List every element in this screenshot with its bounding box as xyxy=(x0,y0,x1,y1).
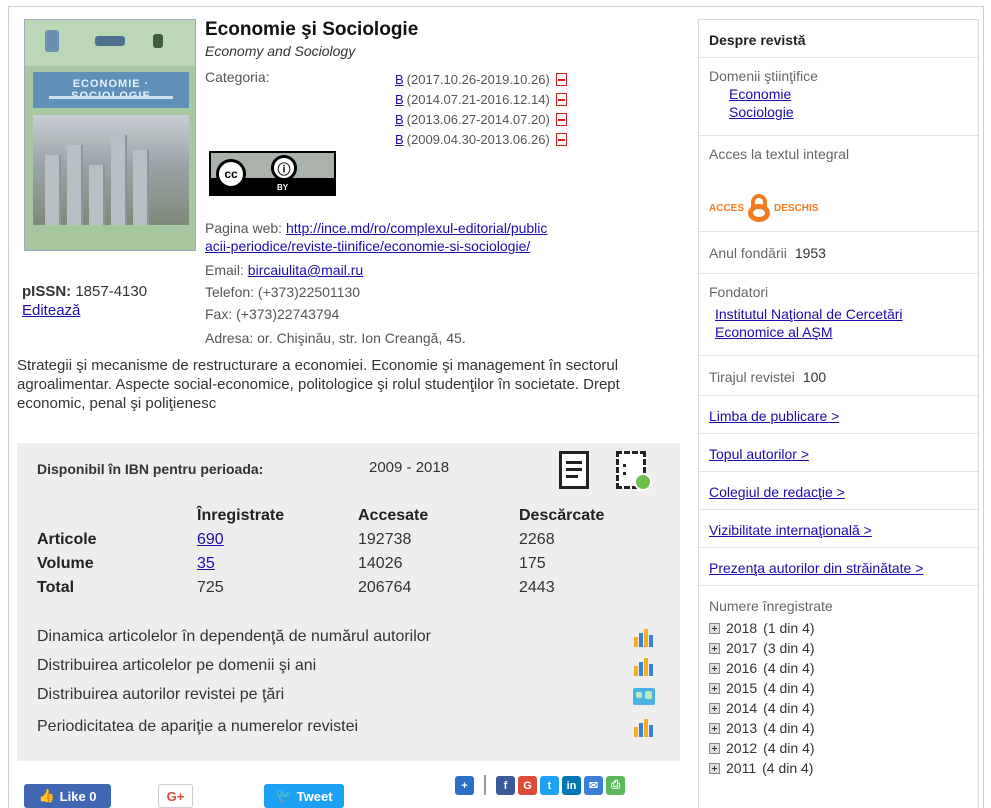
circulation-section: Tirajul revistei 100 xyxy=(699,356,978,396)
sidebar: Despre revistă Domenii ştiinţifice Econo… xyxy=(698,19,979,808)
issue-year-2017[interactable]: 2017 (3 din 4) xyxy=(709,640,815,656)
category-link[interactable]: B xyxy=(395,132,404,147)
email-link[interactable]: bircaiulita@mail.ru xyxy=(248,262,363,278)
availability-period: 2009 - 2018 xyxy=(369,459,450,476)
lock-icon xyxy=(748,194,771,222)
pdf-icon[interactable] xyxy=(555,132,567,146)
expand-icon xyxy=(709,622,720,634)
person-icon: ⓘ xyxy=(271,155,297,181)
analysis-authors-dynamics: Dinamica articolelor în dependenţă de nu… xyxy=(37,628,431,645)
journal-title: Economie şi Sociologie xyxy=(205,19,419,40)
issue-year-2014[interactable]: 2014 (4 din 4) xyxy=(709,700,815,716)
cc-icon: cc xyxy=(216,159,246,189)
pdf-icon[interactable] xyxy=(555,72,567,86)
email: Email: bircaiulita@mail.ru xyxy=(205,262,364,278)
issue-year-2011[interactable]: 2011 (4 din 4) xyxy=(709,760,813,776)
world-map-icon[interactable] xyxy=(633,688,655,705)
editorial-board-link[interactable]: Colegiul de redacţie > xyxy=(709,484,845,500)
category-label: Categoria: xyxy=(205,69,270,85)
analysis-domains-years: Distribuirea articolelor pe domenii şi a… xyxy=(37,657,317,674)
issue-year-2015[interactable]: 2015 (4 din 4) xyxy=(709,680,815,696)
category-row: B (2017.10.26-2019.10.26) xyxy=(395,69,567,89)
expand-icon xyxy=(709,742,720,754)
expand-icon xyxy=(709,722,720,734)
pdf-icon[interactable] xyxy=(555,112,567,126)
address: Adresa: or. Chişinău, str. Ion Creangă, … xyxy=(205,330,466,346)
category-link[interactable]: B xyxy=(395,112,404,127)
twitter-bird-icon: 🐦 xyxy=(275,788,292,803)
pissn: pISSN: 1857-4130 xyxy=(22,283,148,300)
top-authors-link[interactable]: Topul autorilor > xyxy=(709,446,809,462)
linkedin-icon[interactable]: in xyxy=(562,776,581,795)
analysis-authors-countries: Distribuirea autorilor revistei pe ţări xyxy=(37,686,285,703)
category-row: B (2014.07.21-2016.12.14) xyxy=(395,89,567,109)
category-row: B (2013.06.27-2014.07.20) xyxy=(395,109,567,129)
availability-label: Disponibil în IBN pentru perioada: xyxy=(37,461,264,477)
web-link-continued[interactable]: acii-periodice/reviste-tiinifice/economi… xyxy=(205,238,530,254)
facebook-like-button[interactable]: 👍 Like 0 xyxy=(24,784,111,808)
founder-link[interactable]: Institutul Naţional de Cercetări xyxy=(715,306,903,322)
expand-icon xyxy=(709,682,720,694)
field-link-sociologie[interactable]: Sociologie xyxy=(729,104,794,120)
expand-icon xyxy=(709,762,720,774)
divider xyxy=(484,775,486,795)
plus-icon[interactable]: + xyxy=(455,776,474,795)
web-link[interactable]: http://ince.md/ro/complexul-editorial/pu… xyxy=(286,220,547,236)
issues-heading: Numere înregistrate xyxy=(709,598,833,614)
volumes-count-link[interactable]: 35 xyxy=(197,555,215,573)
google-plus-icon[interactable]: G xyxy=(518,776,537,795)
expand-icon xyxy=(709,662,720,674)
category-link[interactable]: B xyxy=(395,92,404,107)
document-edit-icon[interactable] xyxy=(559,451,589,489)
bar-chart-icon[interactable] xyxy=(634,629,653,647)
edit-link[interactable]: Editează xyxy=(22,302,80,319)
international-visibility-link[interactable]: Vizibilitate internaţională > xyxy=(709,522,872,538)
email-icon[interactable]: ✉ xyxy=(584,776,603,795)
issue-year-2018[interactable]: 2018 (1 din 4) xyxy=(709,620,815,636)
foreign-authors-link[interactable]: Prezenţa autorilor din străinătate > xyxy=(709,560,923,576)
fax: Fax: (+373)22743794 xyxy=(205,306,340,322)
web-page-line2: acii-periodice/reviste-tiinifice/economi… xyxy=(205,238,530,254)
about-section: Despre revistă xyxy=(699,20,978,58)
fields-section: Domenii ştiinţifice Economie Sociologie xyxy=(699,58,978,136)
journal-description: Strategii şi mecanisme de restructurare … xyxy=(17,357,620,412)
founded-section: Anul fondării 1953 xyxy=(699,232,978,274)
field-link-economie[interactable]: Economie xyxy=(729,86,791,102)
category-list: B (2017.10.26-2019.10.26) B (2014.07.21-… xyxy=(395,69,567,149)
web-page: Pagina web: http://ince.md/ro/complexul-… xyxy=(205,220,548,236)
issue-year-2012[interactable]: 2012 (4 din 4) xyxy=(709,740,815,756)
category-row: B (2009.04.30-2013.06.26) xyxy=(395,129,567,149)
articles-count-link[interactable]: 690 xyxy=(197,531,224,549)
facebook-icon[interactable]: f xyxy=(496,776,515,795)
thumbs-up-icon: 👍 xyxy=(38,788,55,803)
issue-year-2013[interactable]: 2013 (4 din 4) xyxy=(709,720,815,736)
print-icon[interactable]: ⎙ xyxy=(606,776,625,795)
twitter-icon[interactable]: t xyxy=(540,776,559,795)
journal-cover-image: ECONOMIE · SOCIOLOGIE xyxy=(24,19,196,251)
phone: Telefon: (+373)22501130 xyxy=(205,284,361,300)
tweet-button[interactable]: 🐦 Tweet xyxy=(264,784,344,808)
statistics-panel: Disponibil în IBN pentru perioada: 2009 … xyxy=(17,443,680,761)
pdf-icon[interactable] xyxy=(555,92,567,106)
bar-chart-icon[interactable] xyxy=(634,719,653,737)
issue-year-2016[interactable]: 2016 (4 din 4) xyxy=(709,660,815,676)
bar-chart-icon[interactable] xyxy=(634,658,653,676)
about-heading: Despre revistă xyxy=(709,32,806,48)
check-badge-icon xyxy=(634,473,652,491)
analysis-periodicity: Periodicitatea de apariţie a numerelor r… xyxy=(37,718,359,735)
founders-section: Fondatori Institutul Naţional de Cercetă… xyxy=(699,274,978,356)
google-plus-button[interactable]: G+ xyxy=(158,784,193,808)
journal-subtitle: Economy and Sociology xyxy=(205,43,356,59)
expand-icon xyxy=(709,702,720,714)
category-link[interactable]: B xyxy=(395,72,404,87)
open-access-logo: ACCES DESCHIS xyxy=(709,193,818,223)
founder-link-line2[interactable]: Economice al AŞM xyxy=(715,324,833,340)
expand-icon xyxy=(709,642,720,654)
publication-language-link[interactable]: Limba de publicare > xyxy=(709,408,839,424)
cc-by-license-badge[interactable]: cc ⓘ BY xyxy=(209,151,336,196)
